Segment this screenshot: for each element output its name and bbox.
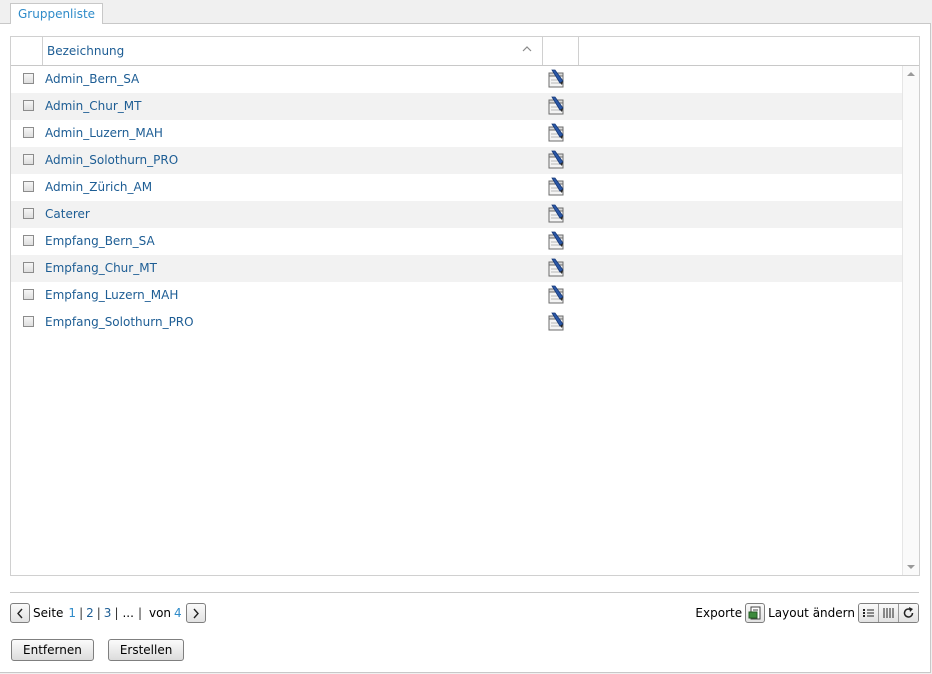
- page-of-label: von: [148, 606, 172, 620]
- refresh-icon: [903, 607, 914, 618]
- page-separator: |: [137, 606, 142, 620]
- row-checkbox[interactable]: [23, 100, 34, 111]
- table-row[interactable]: Admin_Solothurn_PRO: [11, 147, 904, 174]
- row-name-link[interactable]: Empfang_Bern_SA: [45, 234, 155, 248]
- edit-note-icon[interactable]: [546, 231, 566, 251]
- row-checkbox[interactable]: [23, 181, 34, 192]
- previous-page-button[interactable]: [10, 603, 30, 623]
- grid-rows: Admin_Bern_SA Admin_Chur_MT Admin_Luzern…: [11, 66, 904, 336]
- scroll-down-icon[interactable]: [907, 564, 915, 570]
- action-buttons: Entfernen Erstellen: [11, 639, 185, 661]
- row-checkbox[interactable]: [23, 154, 34, 165]
- page-separator: |: [96, 606, 101, 620]
- next-page-button[interactable]: [185, 603, 206, 623]
- table-row[interactable]: Admin_Luzern_MAH: [11, 120, 904, 147]
- page-ellipsis: ...: [122, 606, 134, 620]
- table-row[interactable]: Empfang_Solothurn_PRO: [11, 309, 904, 336]
- page-link-3[interactable]: 3: [104, 606, 112, 620]
- table-row[interactable]: Admin_Zürich_AM: [11, 174, 904, 201]
- row-name-link[interactable]: Admin_Solothurn_PRO: [45, 153, 178, 167]
- edit-note-icon[interactable]: [546, 96, 566, 116]
- table-row[interactable]: Empfang_Luzern_MAH: [11, 282, 904, 309]
- table-row[interactable]: Admin_Bern_SA: [11, 66, 904, 93]
- sort-ascending-icon: [522, 46, 532, 52]
- table-row[interactable]: Admin_Chur_MT: [11, 93, 904, 120]
- header-edit-column: [543, 37, 579, 65]
- edit-note-icon[interactable]: [546, 312, 566, 332]
- create-button[interactable]: Erstellen: [107, 639, 185, 661]
- row-name-link[interactable]: Empfang_Chur_MT: [45, 261, 157, 275]
- table-row[interactable]: Empfang_Bern_SA: [11, 228, 904, 255]
- row-checkbox[interactable]: [23, 289, 34, 300]
- row-checkbox[interactable]: [23, 262, 34, 273]
- chevron-left-icon: [17, 608, 23, 619]
- list-layout-button[interactable]: [859, 604, 879, 622]
- edit-note-icon[interactable]: [546, 204, 566, 224]
- scroll-up-icon[interactable]: [907, 71, 915, 77]
- row-name-link[interactable]: Admin_Bern_SA: [45, 72, 139, 86]
- layout-label: Layout ändern: [768, 606, 855, 620]
- row-checkbox[interactable]: [23, 235, 34, 246]
- row-name-link[interactable]: Caterer: [45, 207, 90, 221]
- page-separator: |: [79, 606, 84, 620]
- header-bezeichnung-label: Bezeichnung: [47, 44, 125, 58]
- remove-button[interactable]: Entfernen: [11, 639, 94, 661]
- row-checkbox[interactable]: [23, 73, 34, 84]
- row-checkbox[interactable]: [23, 316, 34, 327]
- row-name-link[interactable]: Admin_Zürich_AM: [45, 180, 152, 194]
- pagination: Seite 1 | 2 | 3 | ... | von 4: [10, 602, 206, 624]
- edit-note-icon[interactable]: [546, 123, 566, 143]
- vertical-scrollbar[interactable]: [902, 66, 919, 575]
- header-select-column: [11, 37, 43, 65]
- edit-note-icon[interactable]: [546, 69, 566, 89]
- chevron-right-icon: [193, 608, 199, 619]
- row-name-link[interactable]: Admin_Luzern_MAH: [45, 126, 163, 140]
- edit-note-icon[interactable]: [546, 150, 566, 170]
- row-name-link[interactable]: Admin_Chur_MT: [45, 99, 141, 113]
- edit-note-icon[interactable]: [546, 285, 566, 305]
- grid-header: Bezeichnung: [11, 37, 919, 66]
- row-name-link[interactable]: Empfang_Luzern_MAH: [45, 288, 178, 302]
- group-list-panel: Bezeichnung Admin_Bern_SA Admin_Chur_MT …: [0, 23, 931, 673]
- export-label: Exporte: [695, 606, 743, 620]
- row-checkbox[interactable]: [23, 208, 34, 219]
- column-layout-button[interactable]: [879, 604, 899, 622]
- export-icon: [748, 606, 761, 620]
- refresh-button[interactable]: [899, 604, 918, 622]
- edit-note-icon[interactable]: [546, 258, 566, 278]
- group-grid: Bezeichnung Admin_Bern_SA Admin_Chur_MT …: [10, 36, 920, 576]
- page-link-2[interactable]: 2: [86, 606, 94, 620]
- edit-note-icon[interactable]: [546, 177, 566, 197]
- grid-tools: Exporte Layout ändern: [695, 602, 919, 624]
- page-total-link[interactable]: 4: [174, 606, 182, 620]
- header-bezeichnung[interactable]: Bezeichnung: [43, 37, 543, 65]
- row-name-link[interactable]: Empfang_Solothurn_PRO: [45, 315, 194, 329]
- table-row[interactable]: Caterer: [11, 201, 904, 228]
- page-separator: |: [114, 606, 119, 620]
- layout-toggle-group: [858, 603, 919, 623]
- footer-divider: [10, 592, 919, 593]
- row-checkbox[interactable]: [23, 127, 34, 138]
- export-button[interactable]: [745, 603, 766, 623]
- tab-gruppenliste[interactable]: Gruppenliste: [10, 3, 104, 24]
- page-label: Seite: [33, 606, 64, 620]
- list-layout-icon: [863, 609, 874, 617]
- column-layout-icon: [883, 608, 894, 618]
- page-link-1[interactable]: 1: [68, 606, 76, 620]
- table-row[interactable]: Empfang_Chur_MT: [11, 255, 904, 282]
